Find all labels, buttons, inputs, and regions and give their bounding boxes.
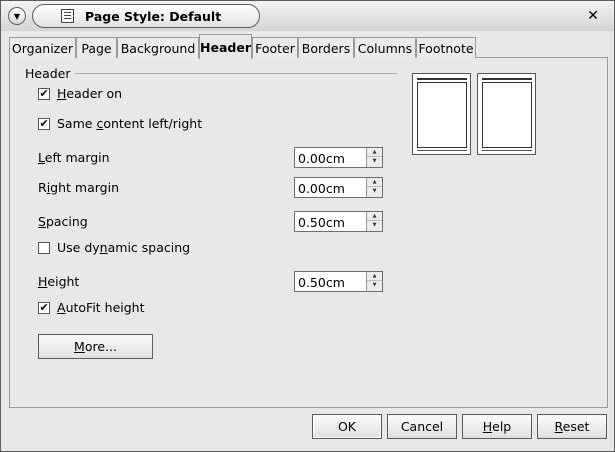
- tab-header[interactable]: Header: [199, 34, 252, 59]
- window-title: Page Style: Default: [85, 9, 222, 24]
- page-area: [482, 82, 532, 148]
- spin-up-arrow-icon[interactable]: ▲: [367, 178, 382, 187]
- spin-up-arrow-icon[interactable]: ▲: [367, 212, 382, 221]
- left-margin-label: Left margin: [38, 150, 110, 165]
- document-icon: [61, 9, 74, 23]
- header-on-label[interactable]: Header on: [57, 86, 122, 101]
- autofit-checkbox[interactable]: ✔: [38, 302, 50, 314]
- window-menu-button[interactable]: ▼: [8, 7, 26, 25]
- spin-down-arrow-icon[interactable]: ▼: [367, 221, 382, 230]
- spin-down-arrow-icon[interactable]: ▼: [367, 187, 382, 196]
- right-margin-label: Right margin: [38, 180, 119, 195]
- spin-up-arrow-icon[interactable]: ▲: [367, 148, 382, 157]
- right-margin-value[interactable]: 0.00cm: [298, 181, 345, 196]
- tab-page[interactable]: Page: [76, 37, 117, 58]
- right-page-preview: [477, 73, 536, 155]
- help-button[interactable]: Help: [462, 414, 532, 439]
- spacing-label: Spacing: [38, 214, 88, 229]
- tab-columns[interactable]: Columns: [354, 37, 416, 58]
- spin-down-arrow-icon[interactable]: ▼: [367, 157, 382, 166]
- page-area: [417, 82, 467, 148]
- close-button[interactable]: ✕: [582, 7, 604, 27]
- group-divider: [75, 73, 397, 74]
- header-line: [417, 78, 467, 80]
- height-value[interactable]: 0.50cm: [298, 275, 345, 290]
- same-content-checkbox[interactable]: ✔: [38, 118, 50, 130]
- height-spinner[interactable]: 0.50cm ▲ ▼: [294, 271, 383, 292]
- dynamic-spacing-label[interactable]: Use dynamic spacing: [57, 240, 190, 255]
- header-line: [482, 78, 532, 80]
- title-pill: Page Style: Default: [32, 4, 260, 28]
- tab-organizer[interactable]: Organizer: [9, 37, 76, 58]
- header-group-title: Header: [25, 66, 71, 81]
- spin-down-arrow-icon[interactable]: ▼: [367, 281, 382, 290]
- spin-arrows: ▲ ▼: [366, 272, 382, 291]
- dynamic-spacing-checkbox[interactable]: [38, 242, 50, 254]
- footer-line: [482, 150, 532, 151]
- spin-up-arrow-icon[interactable]: ▲: [367, 272, 382, 281]
- height-label: Height: [38, 274, 80, 289]
- left-margin-value[interactable]: 0.00cm: [298, 151, 345, 166]
- spacing-value[interactable]: 0.50cm: [298, 215, 345, 230]
- more-button[interactable]: More...: [38, 334, 153, 359]
- spin-arrows: ▲ ▼: [366, 148, 382, 167]
- left-margin-spinner[interactable]: 0.00cm ▲ ▼: [294, 147, 383, 168]
- left-page-preview: [412, 73, 471, 155]
- page-style-dialog: ▼ Page Style: Default ✕ Organizer Page B…: [0, 0, 615, 452]
- title-bar: ▼ Page Style: Default ✕: [1, 1, 614, 31]
- reset-button[interactable]: Reset: [537, 414, 607, 439]
- tab-footer[interactable]: Footer: [252, 37, 298, 58]
- close-icon: ✕: [587, 8, 599, 24]
- autofit-label[interactable]: AutoFit height: [57, 300, 145, 315]
- cancel-button[interactable]: Cancel: [387, 414, 457, 439]
- same-content-label[interactable]: Same content left/right: [57, 116, 202, 131]
- spin-arrows: ▲ ▼: [366, 178, 382, 197]
- ok-button[interactable]: OK: [312, 414, 382, 439]
- tab-background[interactable]: Background: [117, 37, 199, 58]
- spacing-spinner[interactable]: 0.50cm ▲ ▼: [294, 211, 383, 232]
- tab-footnote[interactable]: Footnote: [416, 37, 476, 58]
- tab-borders[interactable]: Borders: [298, 37, 354, 58]
- footer-line: [417, 150, 467, 151]
- spin-arrows: ▲ ▼: [366, 212, 382, 231]
- right-margin-spinner[interactable]: 0.00cm ▲ ▼: [294, 177, 383, 198]
- header-on-checkbox[interactable]: ✔: [38, 88, 50, 100]
